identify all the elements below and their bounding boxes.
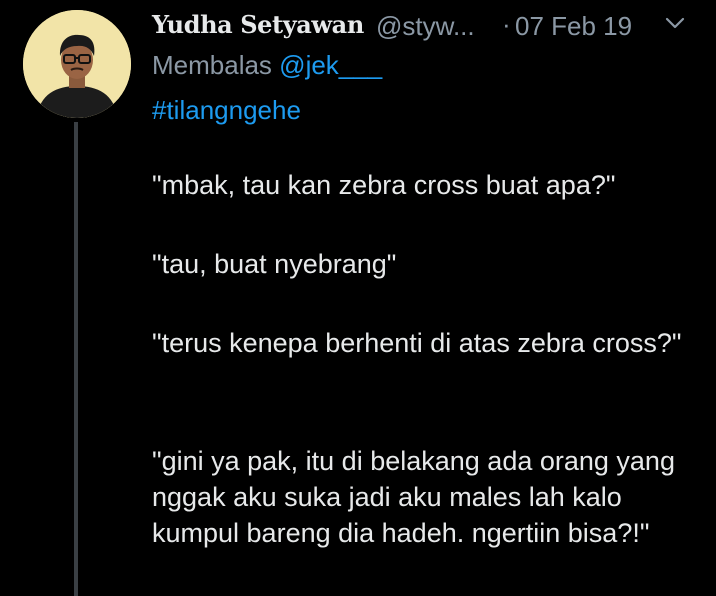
hashtag-link[interactable]: #tilangngehe [152,95,301,126]
separator-dot: · [502,9,511,39]
reply-mention-link[interactable]: @jek___ [279,50,382,80]
reply-context: Membalas @jek___ [152,50,382,81]
tweet-paragraph: "mbak, tau kan zebra cross buat apa?" [152,170,616,200]
tweet-paragraph: "tau, buat nyebrang" [152,249,397,279]
tweet-date[interactable]: 07 Feb 19 [515,11,632,42]
thread-line [74,122,78,596]
tweet-header: Yudha Setyawan @styw... · 07 Feb 19 [152,8,712,42]
display-name[interactable]: Yudha Setyawan [152,10,364,39]
tweet-paragraph: "terus kenepa berhenti di atas zebra cro… [152,328,682,358]
avatar[interactable] [23,10,131,118]
chevron-down-icon[interactable] [664,12,686,34]
user-handle[interactable]: @styw... [376,11,475,42]
reply-prefix: Membalas [152,50,272,80]
tweet[interactable]: Yudha Setyawan @styw... · 07 Feb 19 Memb… [0,0,716,596]
avatar-image [23,10,131,118]
tweet-paragraph: "gini ya pak, itu di belakang ada orang … [152,446,675,548]
